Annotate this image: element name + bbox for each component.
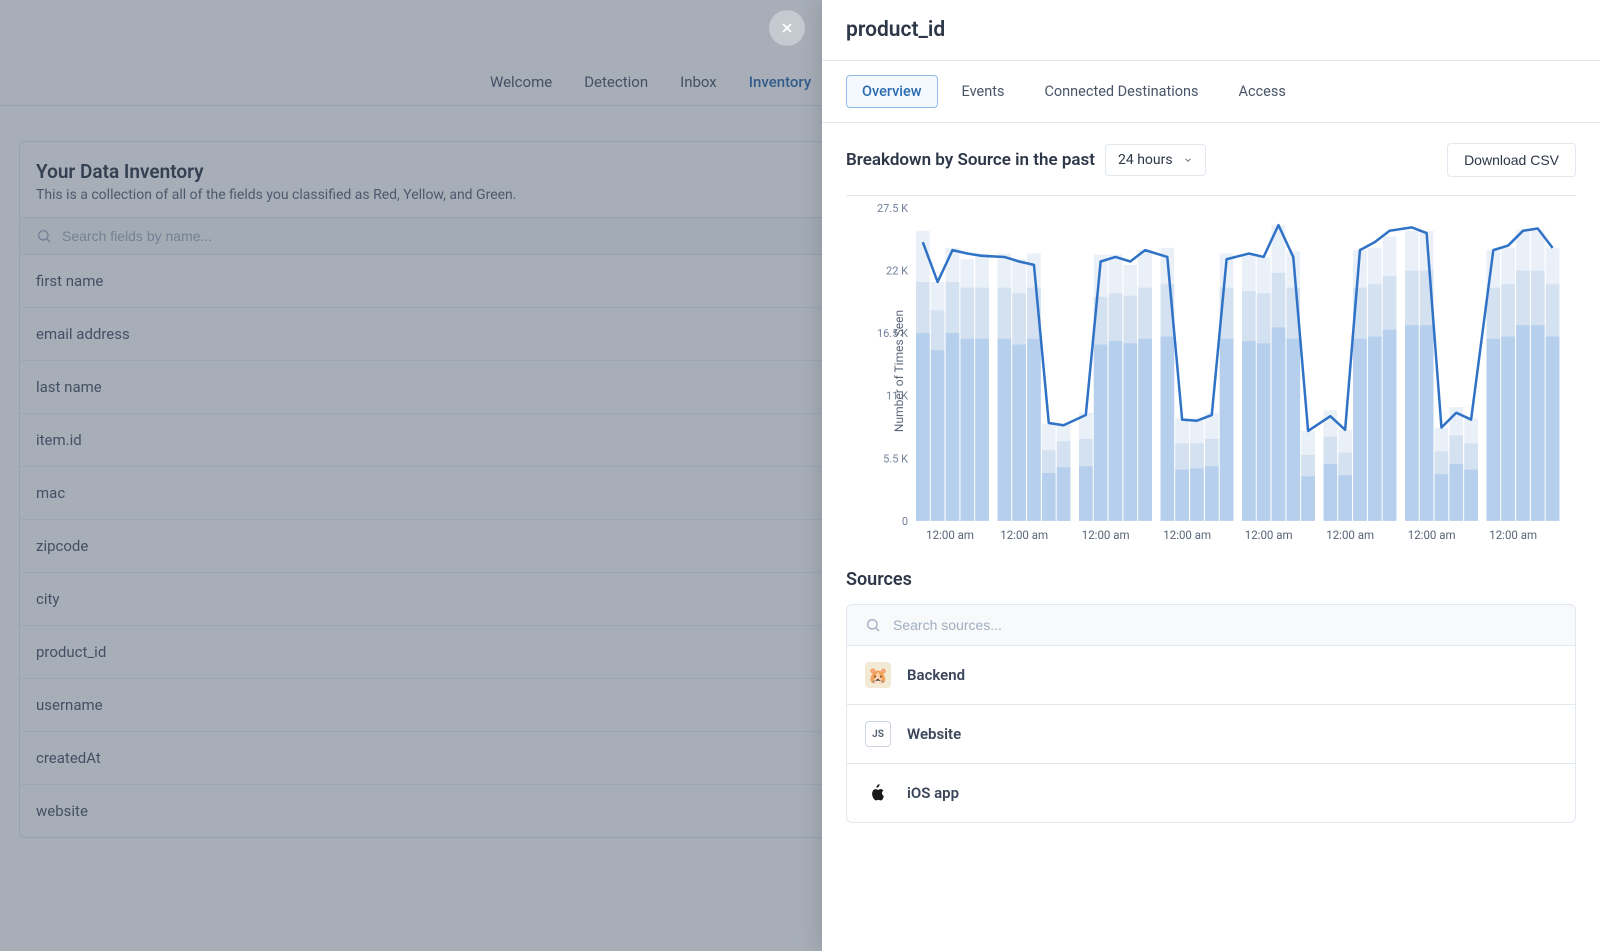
search-icon — [865, 617, 881, 633]
panel-tab-connected-destinations[interactable]: Connected Destinations — [1028, 75, 1214, 108]
source-row[interactable]: JS Website — [846, 705, 1576, 764]
nav-tab-inbox[interactable]: Inbox — [680, 73, 717, 91]
sources-heading: Sources — [846, 569, 1576, 590]
chart-y-axis-label: Number of Times Seen — [892, 309, 906, 431]
chart: Number of Times Seen 05.5 K11 K16.5 K22 … — [846, 195, 1576, 545]
svg-text:12:00 am: 12:00 am — [926, 528, 974, 542]
svg-text:5.5 K: 5.5 K — [883, 452, 908, 465]
svg-text:22 K: 22 K — [886, 265, 908, 278]
sources-search[interactable] — [846, 604, 1576, 646]
svg-text:12:00 am: 12:00 am — [1000, 528, 1048, 542]
detail-panel: product_id OverviewEventsConnected Desti… — [822, 0, 1600, 951]
source-name: iOS app — [907, 784, 959, 802]
nav-tab-inventory[interactable]: Inventory — [749, 73, 811, 91]
search-icon — [36, 228, 52, 244]
panel-title: product_id — [822, 0, 1600, 61]
nav-tab-detection[interactable]: Detection — [584, 73, 648, 91]
go-icon: 🐹 — [865, 662, 891, 688]
time-range-dropdown[interactable]: 24 hours — [1105, 144, 1206, 176]
svg-text:12:00 am: 12:00 am — [1245, 528, 1293, 542]
source-name: Website — [907, 725, 961, 743]
sources-search-input[interactable] — [893, 617, 1557, 633]
panel-tabs: OverviewEventsConnected Destinations Acce… — [822, 61, 1600, 123]
svg-text:12:00 am: 12:00 am — [1408, 528, 1456, 542]
source-name: Backend — [907, 666, 965, 684]
close-panel-button[interactable] — [769, 10, 805, 46]
svg-text:12:00 am: 12:00 am — [1163, 528, 1211, 542]
svg-text:12:00 am: 12:00 am — [1489, 528, 1537, 542]
source-row[interactable]: iOS app — [846, 764, 1576, 823]
nav-tab-welcome[interactable]: Welcome — [490, 73, 552, 91]
close-icon — [779, 20, 795, 36]
svg-text:12:00 am: 12:00 am — [1326, 528, 1374, 542]
js-icon: JS — [865, 721, 891, 747]
breakdown-heading: Breakdown by Source in the past — [846, 150, 1095, 170]
svg-text:12:00 am: 12:00 am — [1082, 528, 1130, 542]
source-row[interactable]: 🐹 Backend — [846, 646, 1576, 705]
apple-icon — [865, 780, 891, 806]
svg-text:0: 0 — [902, 515, 908, 528]
time-range-value: 24 hours — [1118, 152, 1173, 168]
panel-tab-events[interactable]: Events — [946, 75, 1021, 108]
chevron-down-icon — [1183, 155, 1193, 165]
download-csv-button[interactable]: Download CSV — [1447, 143, 1576, 177]
panel-tab-access[interactable]: Access — [1223, 75, 1302, 108]
panel-tab-overview[interactable]: Overview — [846, 75, 938, 108]
svg-text:27.5 K: 27.5 K — [877, 202, 908, 215]
